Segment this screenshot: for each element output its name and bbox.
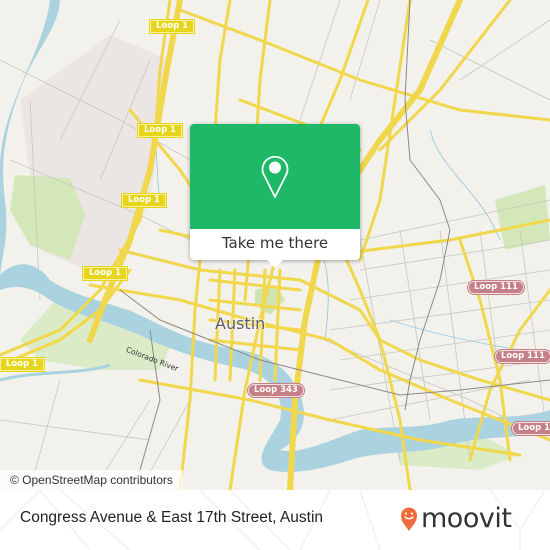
city-label: Austin <box>215 314 266 333</box>
location-popup: Take me there <box>190 124 360 260</box>
map-attribution[interactable]: © OpenStreetMap contributors <box>0 470 183 490</box>
moovit-logo[interactable]: moovit <box>400 502 540 538</box>
footer-bar: Congress Avenue & East 17th Street, Aust… <box>0 490 550 550</box>
take-me-there-button[interactable]: Take me there <box>190 229 360 260</box>
popup-header <box>190 124 360 229</box>
park-area <box>495 185 550 250</box>
route-shield-loop-1: Loop 1 <box>0 358 45 371</box>
route-shield-loop-343: Loop 343 <box>248 384 304 397</box>
route-shield-loop-1: Loop 1 <box>122 194 167 207</box>
route-shield-loop-1: Loop 1 <box>83 267 128 280</box>
map-view[interactable]: Loop 1 Loop 1 Loop 1 Loop 1 Loop 1 Loop … <box>0 0 550 490</box>
park-area <box>10 175 85 260</box>
route-shield-loop-111: Loop 111 <box>495 350 550 363</box>
moovit-wordmark: moovit <box>421 503 512 534</box>
route-shield-loop-111: Loop 111 <box>468 281 524 294</box>
route-shield-loop-1: Loop 1 <box>512 422 550 435</box>
popup-pointer <box>267 260 283 268</box>
location-title: Congress Avenue & East 17th Street, Aust… <box>20 509 324 526</box>
map-pin-icon <box>261 153 289 203</box>
route-shield-loop-1: Loop 1 <box>138 124 183 137</box>
route-shield-loop-1: Loop 1 <box>150 20 195 33</box>
